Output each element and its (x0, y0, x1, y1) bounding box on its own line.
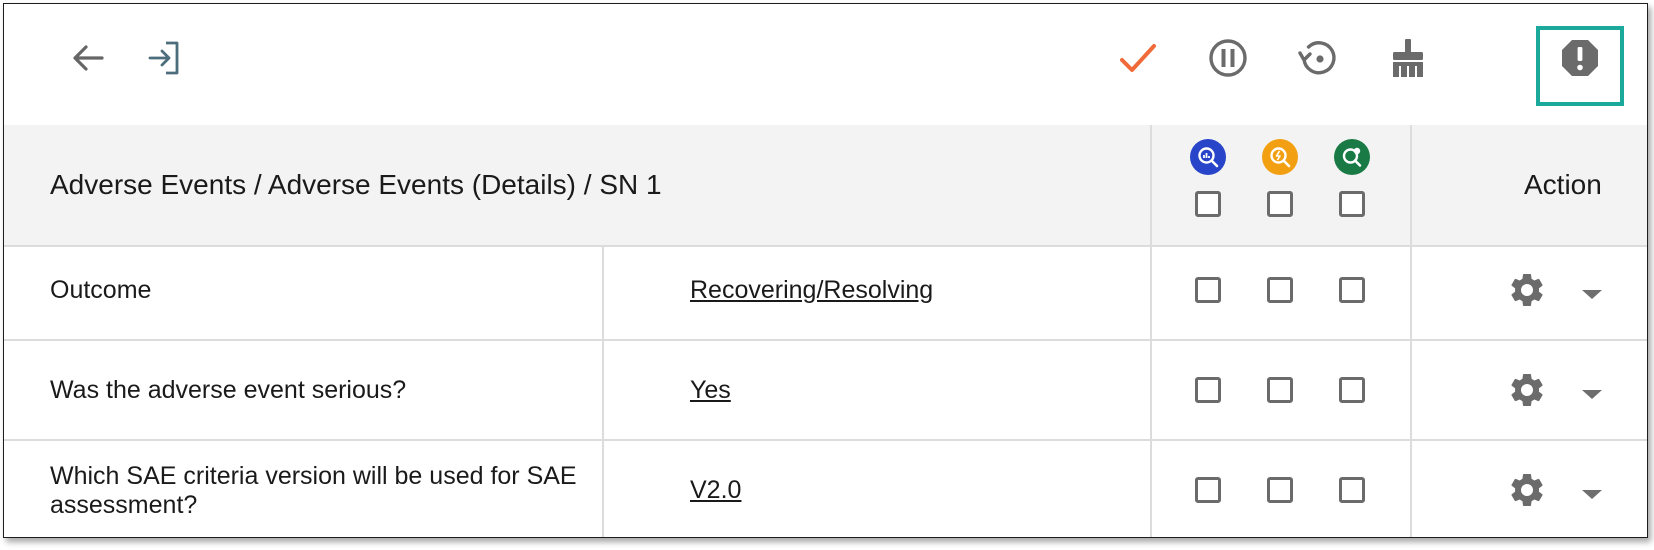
login-icon (148, 41, 179, 75)
review-checkbox[interactable] (1195, 277, 1221, 303)
back-arrow-icon (73, 45, 104, 71)
review-badge (1190, 139, 1226, 175)
gear-icon[interactable] (1507, 370, 1547, 410)
highlight-box (1536, 26, 1624, 106)
gear-icon[interactable] (1507, 470, 1547, 510)
sdv-checkbox[interactable] (1267, 277, 1293, 303)
answer-link[interactable]: Recovering/Resolving (690, 276, 933, 305)
review-checkbox[interactable] (1195, 377, 1221, 403)
restore-button[interactable] (1290, 30, 1346, 86)
pause-circle-icon (1209, 39, 1247, 77)
review-checkbox[interactable] (1195, 477, 1221, 503)
magnify-chart-icon (1198, 147, 1219, 168)
query-checkbox[interactable] (1339, 377, 1365, 403)
broom-icon (1393, 39, 1423, 77)
pause-button[interactable] (1200, 30, 1256, 86)
query-checkbox[interactable] (1339, 477, 1365, 503)
answer-link[interactable]: Yes (690, 376, 731, 405)
restore-icon (1298, 41, 1336, 75)
magnify-bolt-icon (1270, 147, 1291, 168)
query-checkbox[interactable] (1339, 277, 1365, 303)
sdv-checkbox[interactable] (1267, 377, 1293, 403)
chevron-down-icon[interactable] (1582, 390, 1602, 399)
question-label: Was the adverse event serious? (50, 376, 407, 404)
table-row: Outcome Recovering/Resolving (4, 246, 1647, 352)
checkmark-icon (1120, 44, 1156, 72)
question-label: Which SAE criteria version will be used … (50, 462, 577, 519)
header-sdv-checkbox[interactable] (1267, 191, 1293, 217)
verify-button[interactable] (1110, 30, 1166, 86)
sdv-badge (1262, 139, 1298, 175)
chevron-down-icon[interactable] (1582, 490, 1602, 499)
enter-button[interactable] (136, 30, 192, 86)
question-label: Outcome (50, 276, 152, 304)
back-button[interactable] (60, 30, 116, 86)
gear-icon[interactable] (1507, 270, 1547, 310)
chevron-down-icon[interactable] (1582, 290, 1602, 299)
action-header: Action (1524, 169, 1602, 200)
breadcrumb: Adverse Events / Adverse Events (Details… (50, 169, 662, 200)
magnify-refresh-icon (1342, 147, 1362, 167)
header-query-checkbox[interactable] (1339, 191, 1365, 217)
table-header: Adverse Events / Adverse Events (Details… (4, 125, 1647, 245)
header-review-checkbox[interactable] (1195, 191, 1221, 217)
query-badge (1334, 139, 1370, 175)
table-row: Which SAE criteria version will be used … (4, 440, 1647, 537)
clear-button[interactable] (1380, 30, 1436, 86)
toolbar (4, 4, 1647, 122)
app-window: Adverse Events / Adverse Events (Details… (3, 3, 1648, 538)
sdv-checkbox[interactable] (1267, 477, 1293, 503)
answer-link[interactable]: V2.0 (690, 476, 741, 505)
table-row: Was the adverse event serious? Yes (4, 340, 1647, 446)
